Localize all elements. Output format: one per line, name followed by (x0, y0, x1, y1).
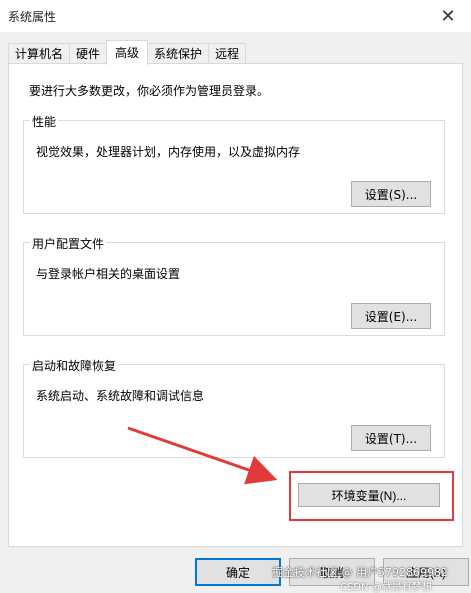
watermark-secondary: CSDN @就是有梦想 (340, 582, 432, 593)
annotation-arrow-icon (127, 426, 278, 485)
